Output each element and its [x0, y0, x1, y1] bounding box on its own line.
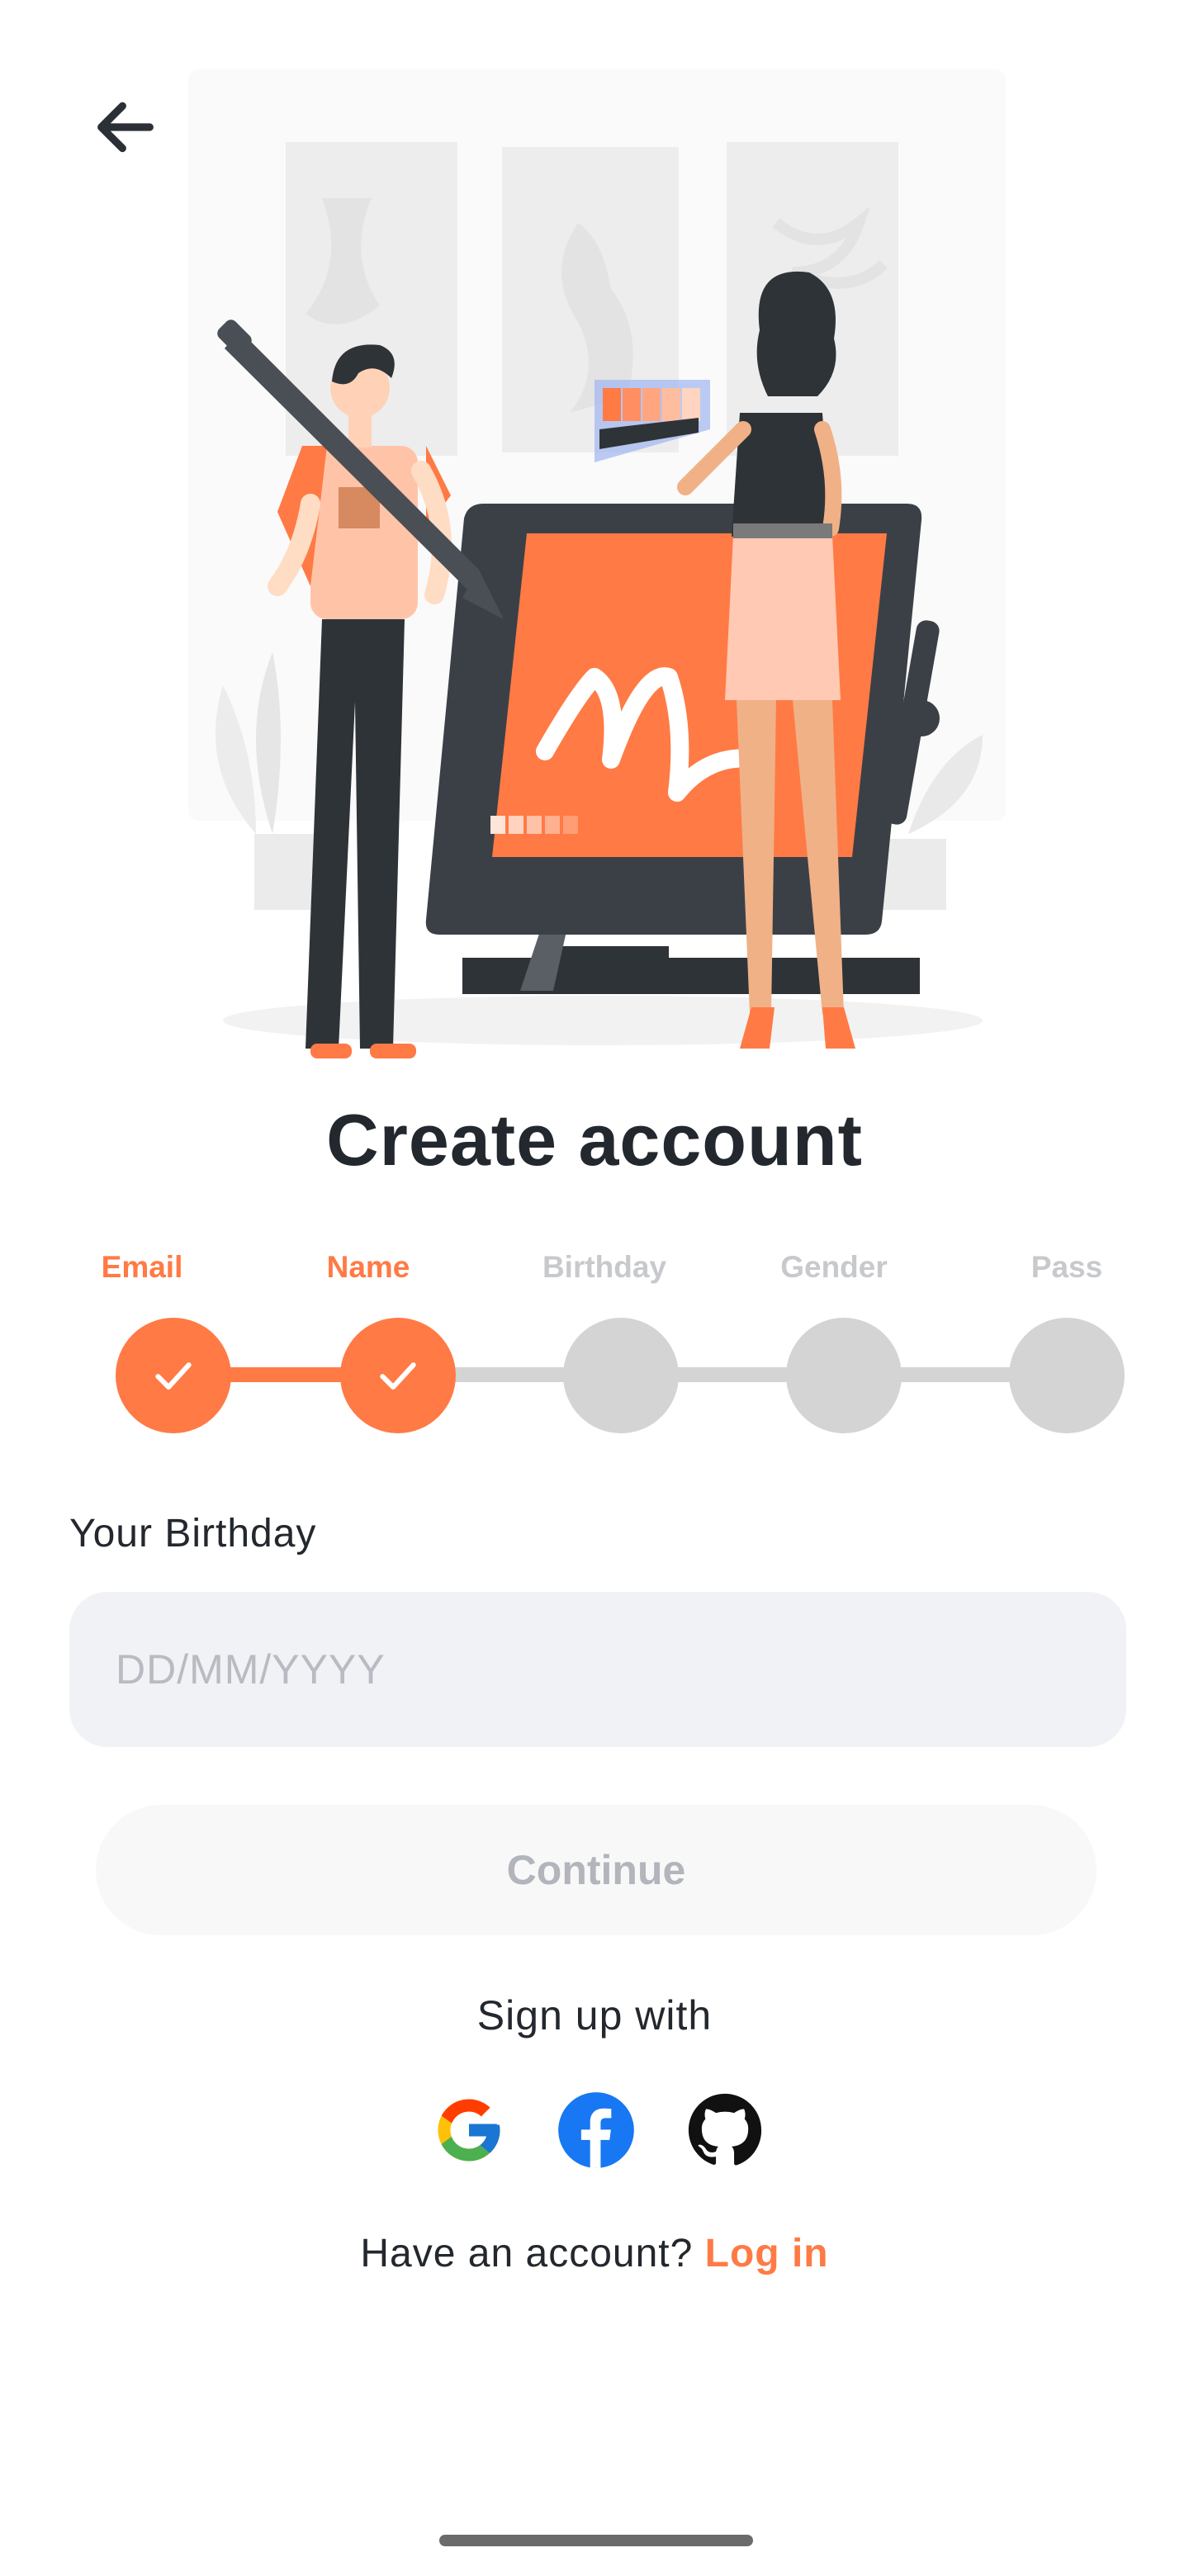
continue-button[interactable]: Continue — [96, 1805, 1097, 1935]
google-signup-button[interactable] — [428, 2089, 510, 2171]
google-icon — [438, 2099, 500, 2162]
check-icon — [155, 1362, 192, 1390]
login-link[interactable]: Log in — [705, 2232, 829, 2275]
have-account-text: Have an account? — [360, 2232, 694, 2275]
birthday-input[interactable] — [69, 1592, 1126, 1747]
facebook-signup-button[interactable] — [555, 2089, 637, 2171]
github-icon — [688, 2093, 762, 2166]
home-indicator — [439, 2535, 753, 2546]
step-circle-birthday — [563, 1318, 679, 1433]
step-circle-pass — [1009, 1318, 1125, 1433]
check-icon — [380, 1362, 416, 1390]
step-label-birthday: Birthday — [542, 1250, 667, 1284]
page-title: Create account — [326, 1099, 863, 1181]
step-circle-name — [340, 1318, 456, 1433]
step-label-name: Name — [326, 1250, 410, 1284]
have-account-row: Have an account? Log in — [0, 2231, 1189, 2276]
birthday-field-label: Your Birthday — [69, 1512, 317, 1556]
sign-up-with-heading: Sign up with — [476, 1992, 713, 2039]
step-connector-pending — [398, 1367, 1067, 1382]
step-circle-email — [116, 1318, 231, 1433]
progress-stepper: Email Name Birthday Gender Pass — [0, 1238, 1189, 1453]
step-label-pass: Pass — [1030, 1250, 1103, 1284]
github-signup-button[interactable] — [684, 2089, 766, 2171]
step-label-gender: Gender — [780, 1250, 888, 1284]
facebook-icon — [558, 2092, 634, 2168]
birthday-field-container — [69, 1592, 1126, 1747]
step-circle-gender — [786, 1318, 902, 1433]
step-label-email: Email — [101, 1250, 183, 1284]
hero-illustration — [116, 58, 1090, 1065]
